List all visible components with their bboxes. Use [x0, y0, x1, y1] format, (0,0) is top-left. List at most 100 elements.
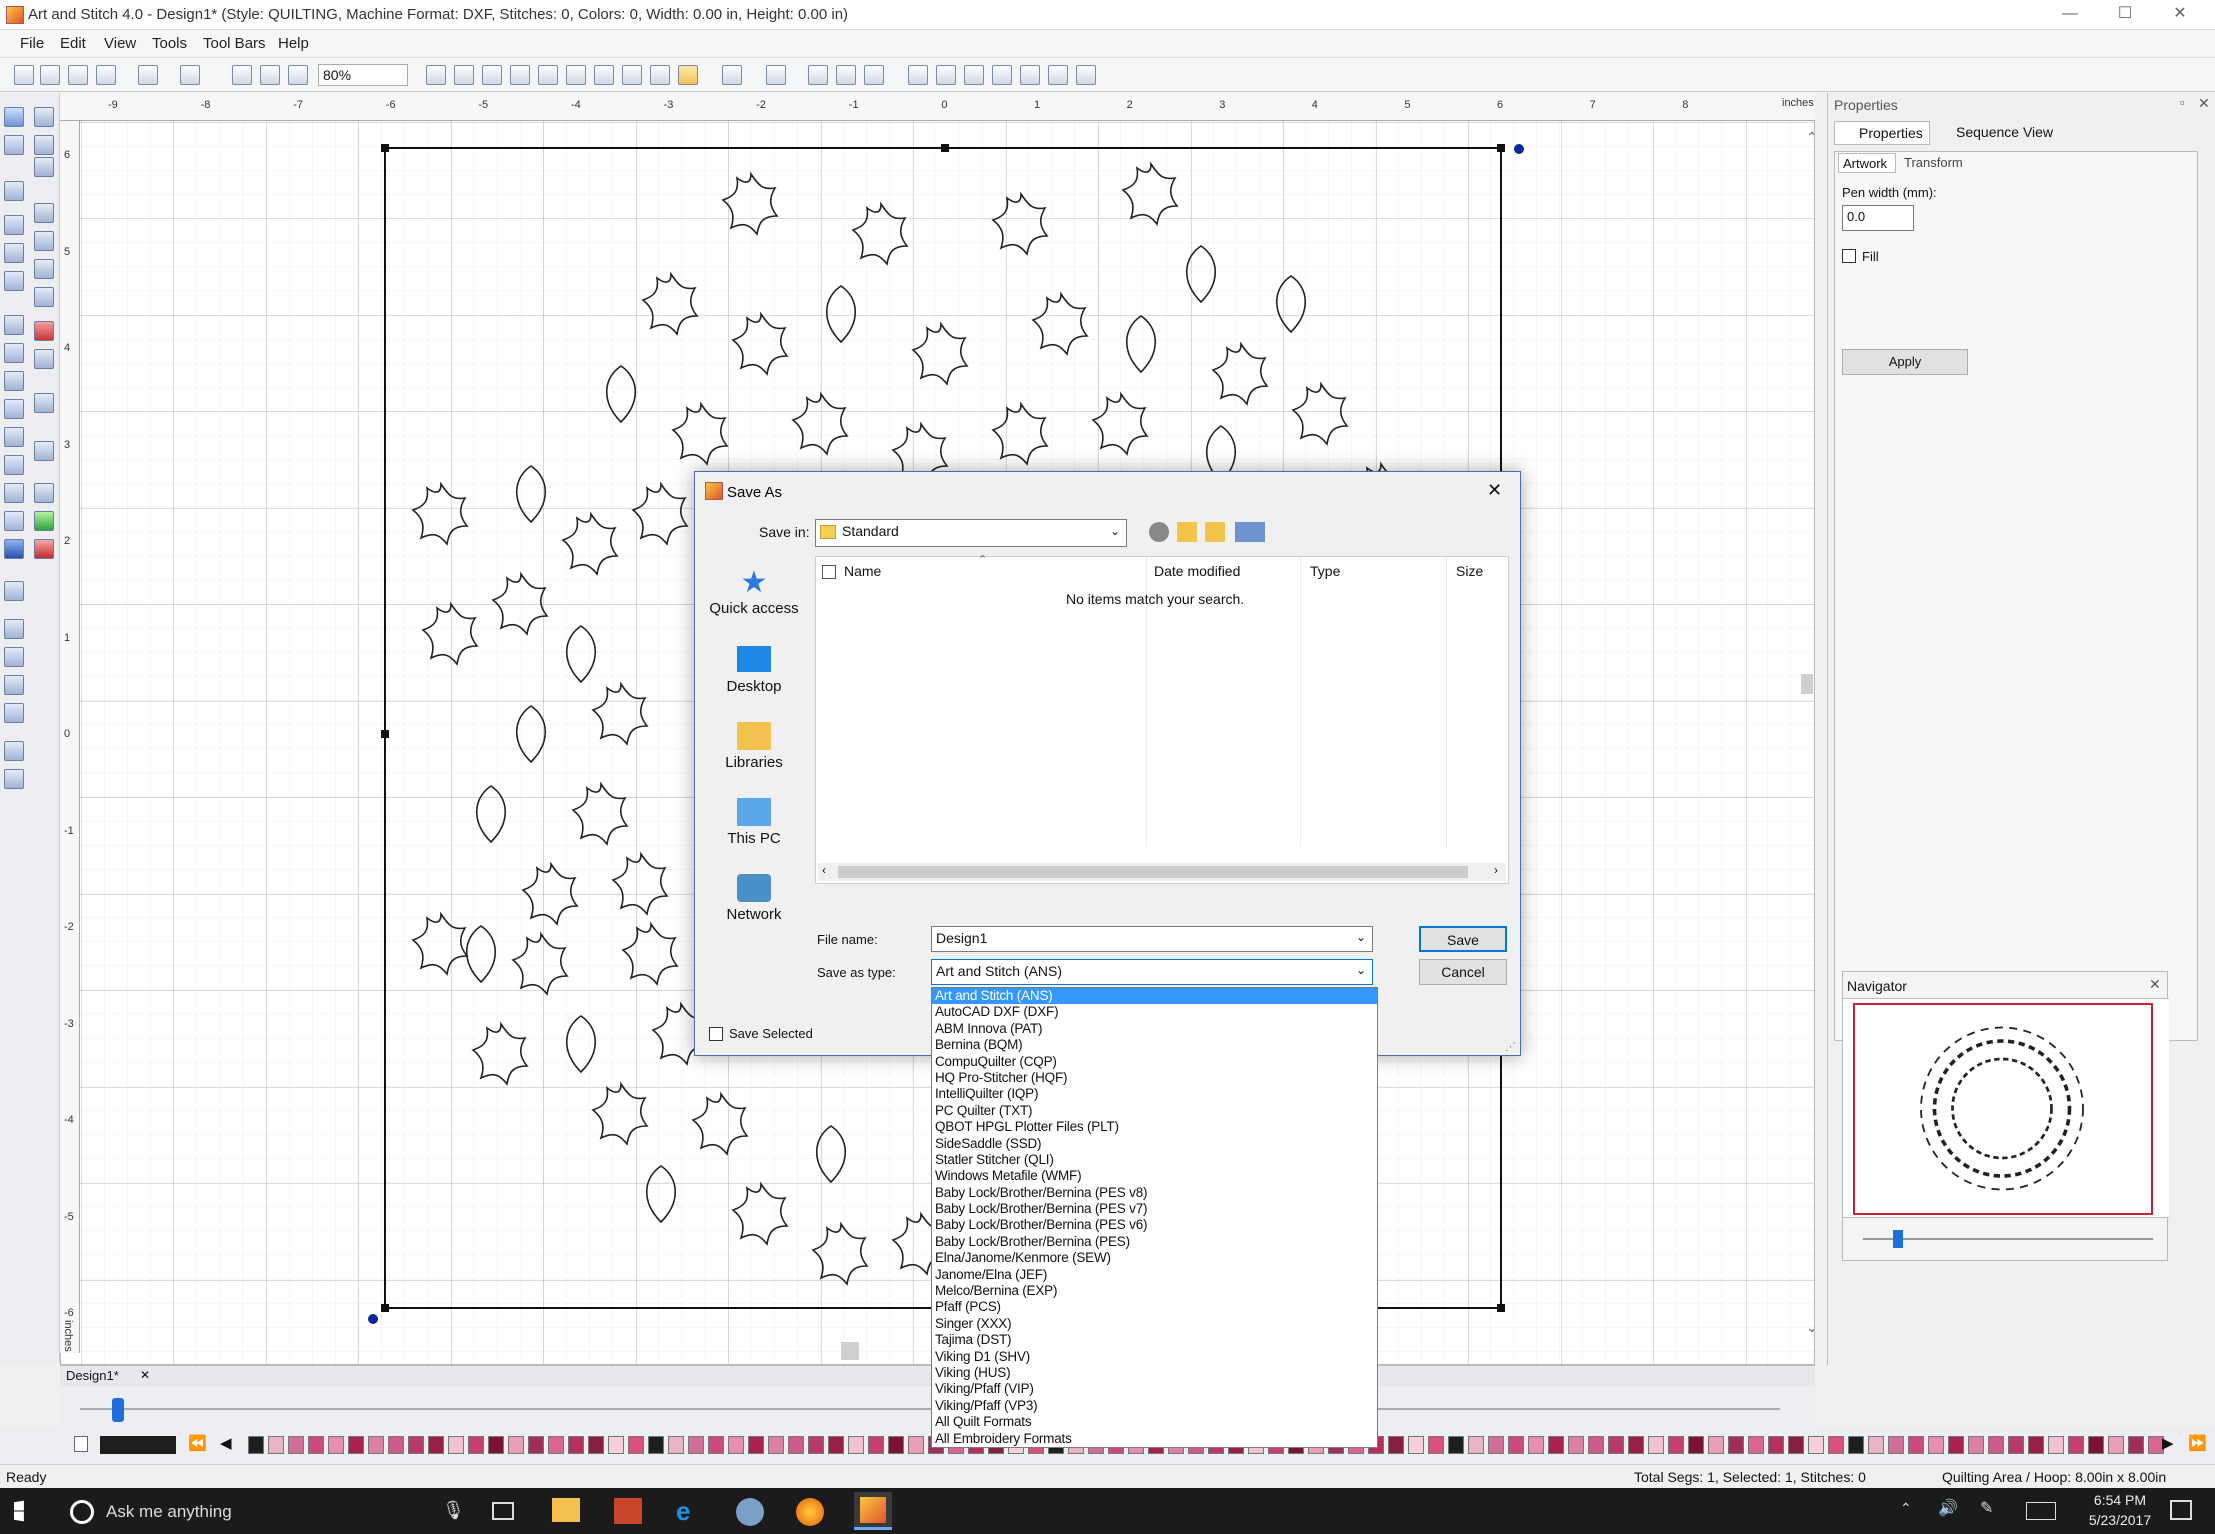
color-swatch[interactable]: [648, 1436, 664, 1454]
curve-icon[interactable]: [34, 135, 54, 155]
back-icon[interactable]: [1149, 522, 1169, 542]
zoom-select-icon[interactable]: [510, 65, 530, 85]
color-swatch[interactable]: [1428, 1436, 1444, 1454]
maximize-button[interactable]: ☐: [2100, 0, 2150, 30]
save-type-select[interactable]: Art and Stitch (ANS) ⌄: [931, 959, 1373, 985]
color-swatch[interactable]: [1548, 1436, 1564, 1454]
green-shape-icon[interactable]: [34, 511, 54, 531]
color-swatch[interactable]: [848, 1436, 864, 1454]
hoop-icon[interactable]: [538, 65, 558, 85]
preview-icon[interactable]: [566, 65, 586, 85]
snap-icon[interactable]: [622, 65, 642, 85]
navigator-zoom-thumb[interactable]: [1893, 1230, 1903, 1248]
column-name[interactable]: Name: [844, 563, 881, 579]
heart-shape-icon[interactable]: [34, 483, 54, 503]
notification-icon[interactable]: [2170, 1500, 2192, 1520]
color-swatch[interactable]: [468, 1436, 484, 1454]
color-swatch[interactable]: [528, 1436, 544, 1454]
resize-grip-icon[interactable]: ⋰: [1505, 1040, 1516, 1053]
subtab-artwork[interactable]: Artwork: [1838, 153, 1896, 173]
up-folder-icon[interactable]: [1177, 522, 1197, 542]
save-type-option[interactable]: Viking/Pfaff (VP3): [932, 1398, 1377, 1414]
file-explorer-icon[interactable]: [552, 1498, 580, 1522]
color-swatch[interactable]: [888, 1436, 904, 1454]
measure-icon[interactable]: [650, 65, 670, 85]
color-swatch[interactable]: [1668, 1436, 1684, 1454]
place-libraries[interactable]: Libraries: [709, 720, 799, 771]
save-type-option[interactable]: IntelliQuilter (IQP): [932, 1086, 1377, 1102]
menu-file[interactable]: File: [20, 35, 44, 52]
new-file-icon[interactable]: [14, 65, 34, 85]
taskbar-search[interactable]: Ask me anything: [106, 1502, 232, 1522]
print-icon[interactable]: [96, 65, 116, 85]
save-type-option[interactable]: Viking/Pfaff (VIP): [932, 1381, 1377, 1397]
diamond-icon[interactable]: [34, 393, 54, 413]
flip-horizontal-icon[interactable]: [836, 65, 856, 85]
current-color-swatch[interactable]: [100, 1436, 176, 1454]
zoom-fit-icon[interactable]: [482, 65, 502, 85]
color-swatch[interactable]: [728, 1436, 744, 1454]
image-icon[interactable]: [4, 619, 24, 639]
clock-date[interactable]: 5/23/2017: [2080, 1512, 2160, 1528]
pen-icon[interactable]: ✎: [1980, 1498, 1993, 1518]
save-icon[interactable]: [68, 65, 88, 85]
color-swatch[interactable]: [1408, 1436, 1424, 1454]
combine-icon[interactable]: [936, 65, 956, 85]
task-view-icon[interactable]: [492, 1502, 514, 1520]
color-swatch[interactable]: [1888, 1436, 1904, 1454]
save-type-option[interactable]: Pfaff (PCS): [932, 1299, 1377, 1315]
star-icon[interactable]: [4, 581, 24, 601]
keyboard-icon[interactable]: [2026, 1502, 2056, 1520]
motif-icon[interactable]: [34, 287, 54, 307]
save-type-option[interactable]: Art and Stitch (ANS): [932, 988, 1377, 1005]
tab-sequence-view[interactable]: Sequence View: [1938, 124, 2053, 140]
break-icon[interactable]: [992, 65, 1012, 85]
bezier-icon[interactable]: [34, 107, 54, 127]
microphone-icon[interactable]: 🎙: [442, 1500, 465, 1521]
color-swatch[interactable]: [268, 1436, 284, 1454]
connect-icon[interactable]: [4, 511, 24, 531]
color-swatch[interactable]: [2088, 1436, 2104, 1454]
save-type-option[interactable]: AutoCAD DXF (DXF): [932, 1004, 1377, 1020]
color-swatch[interactable]: [1608, 1436, 1624, 1454]
run-stitch-icon[interactable]: [34, 157, 54, 177]
stitch-icon[interactable]: [4, 181, 24, 201]
color-swatch[interactable]: [908, 1436, 924, 1454]
color-swatch[interactable]: [668, 1436, 684, 1454]
cortana-icon[interactable]: [70, 1500, 94, 1524]
horizontal-scrollbar[interactable]: ‹ ›: [818, 863, 1506, 881]
photo-icon[interactable]: [34, 349, 54, 369]
layers-icon[interactable]: [594, 65, 614, 85]
pen-width-input[interactable]: 0.0: [1842, 205, 1914, 231]
color-swatch[interactable]: [1708, 1436, 1724, 1454]
dialog-close-button[interactable]: ✕: [1487, 480, 1502, 501]
color-swatch[interactable]: [1828, 1436, 1844, 1454]
color-swatch[interactable]: [828, 1436, 844, 1454]
color-swatch[interactable]: [1688, 1436, 1704, 1454]
save-button[interactable]: Save: [1419, 926, 1507, 952]
line-icon[interactable]: [4, 343, 24, 363]
sequence-icon[interactable]: [1020, 65, 1040, 85]
select-arrow-icon[interactable]: [4, 107, 24, 127]
art-and-stitch-taskbar-button[interactable]: [854, 1492, 892, 1530]
palette-menu-icon[interactable]: [74, 1436, 88, 1452]
color-swatch[interactable]: [248, 1436, 264, 1454]
place-quick-access[interactable]: ★ Quick access: [709, 566, 799, 617]
color-swatch[interactable]: [1468, 1436, 1484, 1454]
stitch-slider-track[interactable]: [80, 1408, 1780, 1410]
save-type-option[interactable]: All Quilt Formats: [932, 1414, 1377, 1430]
save-type-option[interactable]: Elna/Janome/Kenmore (SEW): [932, 1250, 1377, 1266]
powerpoint-icon[interactable]: [614, 1498, 642, 1524]
firefox-icon[interactable]: [796, 1498, 824, 1526]
navigator-zoom-track[interactable]: [1863, 1238, 2153, 1240]
place-desktop[interactable]: Desktop: [709, 644, 799, 695]
color-swatch[interactable]: [1388, 1436, 1404, 1454]
zoom-select[interactable]: 80%: [318, 64, 408, 86]
heart-icon[interactable]: [4, 455, 24, 475]
red-gear-icon[interactable]: [34, 539, 54, 559]
scissors-icon[interactable]: [4, 703, 24, 723]
save-type-option[interactable]: Baby Lock/Brother/Bernina (PES v8): [932, 1185, 1377, 1201]
navigator-close-icon[interactable]: ✕: [2149, 976, 2161, 993]
rotate-right-icon[interactable]: [766, 65, 786, 85]
zoom-icon[interactable]: [4, 215, 24, 235]
